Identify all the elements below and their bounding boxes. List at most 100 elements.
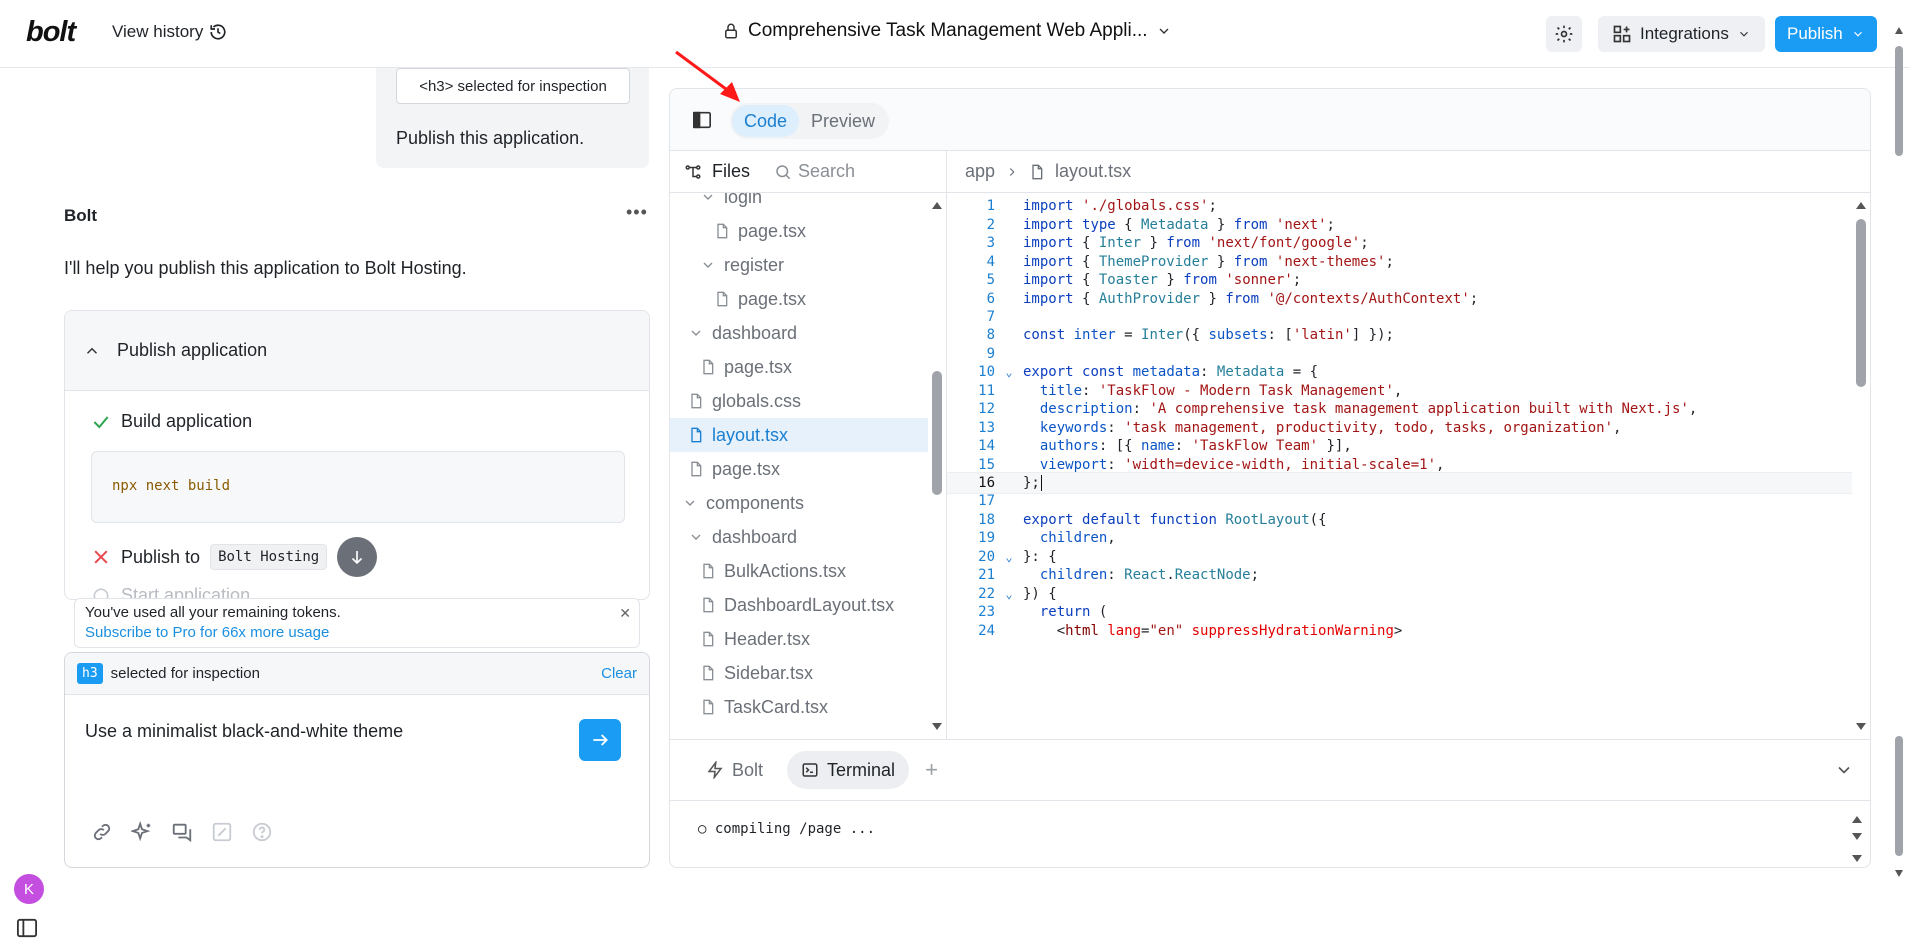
line-number: 22 — [978, 585, 995, 602]
tree-folder[interactable]: register — [670, 248, 928, 282]
view-history-button[interactable]: View history — [112, 22, 227, 42]
breadcrumb: app layout.tsx — [947, 151, 1870, 193]
tab-code[interactable]: Code — [732, 105, 800, 137]
disabled-box-icon[interactable] — [211, 821, 233, 843]
tree-file[interactable]: page.tsx — [670, 282, 928, 316]
build-command: npx next build — [91, 451, 625, 523]
code-line[interactable]: 24 <html lang="en" suppressHydrationWarn… — [947, 619, 1852, 642]
gear-icon — [1555, 25, 1573, 43]
fold-chevron-icon[interactable]: ⌄ — [995, 550, 1023, 564]
tree-file[interactable]: page.tsx — [670, 214, 928, 248]
send-button[interactable] — [579, 719, 621, 761]
page-scrollbar[interactable] — [1892, 24, 1906, 882]
tree-item-label: Header.tsx — [724, 628, 811, 649]
tree-file[interactable]: globals.css — [670, 384, 928, 418]
tab-terminal[interactable]: Terminal — [787, 751, 910, 789]
history-icon — [210, 24, 226, 40]
line-number: 14 — [978, 438, 995, 455]
tree-item-label: DashboardLayout.tsx — [724, 594, 895, 615]
element-badge: h3 — [77, 663, 103, 684]
tree-file[interactable]: layout.tsx — [670, 418, 928, 452]
line-number: 5 — [986, 272, 995, 289]
fold-chevron-icon[interactable]: ⌄ — [995, 365, 1023, 379]
clear-inspection-button[interactable]: Clear — [601, 665, 637, 682]
user-message: Publish this application. — [396, 128, 585, 148]
tab-preview[interactable]: Preview — [799, 105, 887, 137]
tree-folder[interactable]: components — [670, 486, 928, 520]
line-number: 19 — [978, 530, 995, 547]
code-text: const inter = Inter({ subsets: ['latin']… — [1023, 327, 1394, 344]
code-text: import { Toaster } from 'sonner'; — [1023, 272, 1302, 289]
tree-folder[interactable]: dashboard — [670, 316, 928, 350]
code-text: }; — [1023, 475, 1042, 491]
add-terminal-icon[interactable]: + — [925, 757, 938, 783]
publish-action-card: Publish application Build application np… — [64, 310, 650, 600]
input-toolbar — [91, 821, 273, 843]
tree-folder[interactable]: login — [670, 193, 928, 214]
terminal-output: ○ compiling /page ... — [698, 821, 876, 837]
inspection-chip: <h3> selected for inspection — [396, 68, 630, 104]
terminal-scrollbar[interactable] — [1850, 811, 1864, 867]
editor-scroll-thumb[interactable] — [1856, 219, 1866, 387]
tree-file[interactable]: page.tsx — [670, 350, 928, 384]
tree-item-label: page.tsx — [738, 288, 807, 309]
close-icon[interactable]: ✕ — [619, 605, 631, 622]
tree-file[interactable]: page.tsx — [670, 452, 928, 486]
subscribe-pro-link[interactable]: Subscribe to Pro for 66x more usage — [85, 624, 629, 641]
annotation-arrow-icon — [675, 50, 740, 102]
file-tree-scroll-thumb[interactable] — [932, 371, 942, 495]
code-text: keywords: 'task management, productivity… — [1039, 419, 1622, 436]
tree-file[interactable]: BulkActions.tsx — [670, 554, 928, 588]
bolt-logo[interactable]: bolt — [26, 16, 76, 49]
publish-card-header[interactable]: Publish application — [65, 311, 649, 391]
sidebar-toggle-icon[interactable] — [16, 918, 38, 938]
chevron-up-icon — [86, 347, 98, 354]
settings-button[interactable] — [1546, 16, 1582, 52]
panel-toggle-icon[interactable] — [692, 111, 712, 129]
code-text: import './globals.css'; — [1023, 198, 1217, 215]
inspection-header: h3 selected for inspection Clear — [65, 653, 649, 695]
files-tab[interactable]: Files — [712, 161, 750, 182]
publish-label: Publish — [1787, 24, 1843, 43]
integrations-icon — [1613, 25, 1631, 43]
more-options-icon[interactable]: ••• — [626, 202, 648, 223]
project-title-dropdown[interactable]: Comprehensive Task Management Web Appli.… — [722, 20, 1172, 42]
search-icon — [776, 164, 791, 179]
chevron-down-icon[interactable] — [1834, 760, 1854, 780]
hosting-target: Bolt Hosting — [210, 544, 328, 570]
scroll-down-button[interactable] — [337, 537, 378, 577]
step-publish: Publish to Bolt Hosting — [91, 537, 378, 577]
file-search-button[interactable]: Search — [774, 161, 855, 182]
file-icon — [717, 223, 728, 239]
integrations-button[interactable]: Integrations — [1598, 16, 1765, 52]
link-icon[interactable] — [91, 821, 113, 843]
tree-item-label: globals.css — [712, 390, 802, 411]
tree-file[interactable]: DashboardLayout.tsx — [670, 588, 928, 622]
code-editor[interactable]: 1 import './globals.css'; 2 import type { M… — [947, 193, 1870, 739]
line-number: 13 — [978, 419, 995, 436]
tree-file[interactable]: Sidebar.tsx — [670, 656, 928, 690]
tree-file[interactable]: Header.tsx — [670, 622, 928, 656]
file-icon — [703, 699, 714, 715]
breadcrumb-folder[interactable]: app — [965, 161, 995, 182]
tree-file[interactable]: TaskCard.tsx — [670, 690, 928, 724]
bolt-icon — [707, 761, 723, 779]
avatar[interactable]: K — [14, 874, 44, 904]
code-text: import { ThemeProvider } from 'next-them… — [1023, 253, 1394, 270]
sparkles-icon[interactable] — [131, 821, 153, 843]
code-text: return ( — [1039, 604, 1108, 621]
file-tree-icon — [685, 164, 701, 179]
fold-chevron-icon[interactable]: ⌄ — [995, 587, 1023, 601]
code-text: export const metadata: Metadata = { — [1023, 364, 1319, 381]
line-number: 16 — [978, 475, 995, 491]
chat-input[interactable]: Use a minimalist black-and-white theme — [85, 721, 403, 742]
breadcrumb-file[interactable]: layout.tsx — [1055, 161, 1131, 182]
help-icon[interactable] — [251, 821, 273, 843]
tree-item-label: Sidebar.tsx — [724, 662, 814, 683]
tree-folder[interactable]: dashboard — [670, 520, 928, 554]
publish-button[interactable]: Publish — [1775, 16, 1877, 52]
line-number: 6 — [986, 290, 995, 307]
file-icon — [703, 631, 714, 647]
tab-bolt-console[interactable]: Bolt — [692, 751, 777, 789]
chat-bubbles-icon[interactable] — [171, 821, 193, 843]
